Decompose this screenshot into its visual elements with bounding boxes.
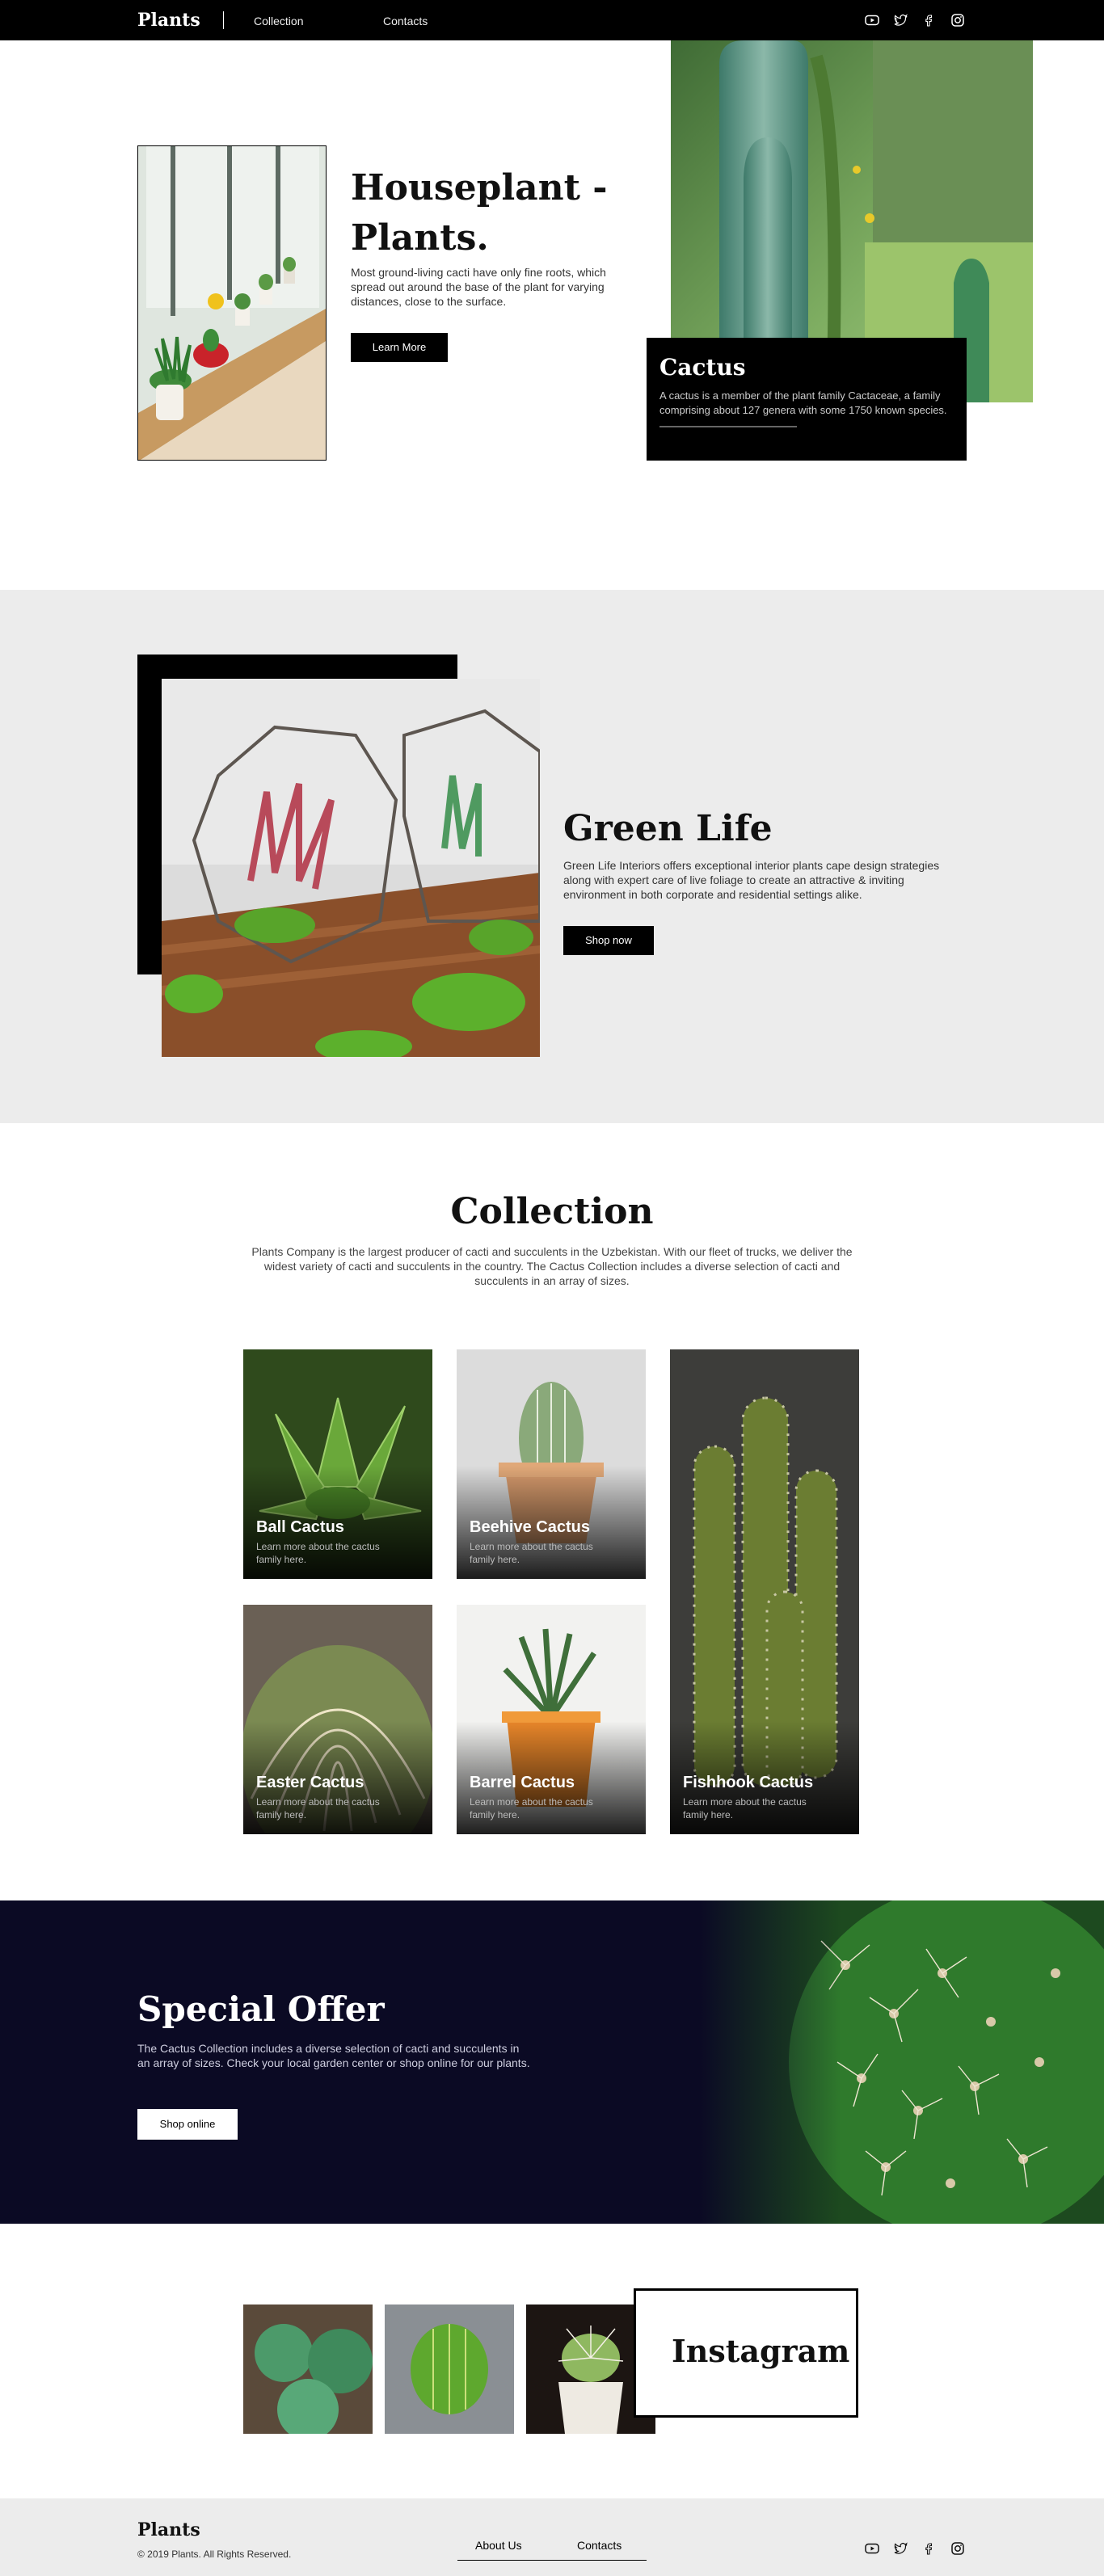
card-subtitle: Learn more about the cactus family here.: [256, 1541, 380, 1565]
card-subtitle: Learn more about the cactus family here.: [470, 1796, 593, 1820]
spiky-cactus-image: [700, 1900, 1104, 2224]
footer-link-contacts[interactable]: Contacts: [577, 2539, 622, 2552]
card-title: Ball Cactus: [256, 1518, 344, 1536]
cactus-info-card: Cactus A cactus is a member of the plant…: [647, 338, 967, 461]
collection-card-barrel-cactus[interactable]: Barrel Cactus Learn more about the cactu…: [457, 1605, 646, 1834]
shop-now-button[interactable]: Shop now: [563, 926, 654, 955]
special-offer-title: Special Offer: [137, 1989, 385, 2029]
facebook-icon[interactable]: [921, 14, 936, 27]
card-subtitle: Learn more about the cactus family here.: [256, 1796, 380, 1820]
hero-title: Houseplant - Plants.: [351, 167, 608, 259]
collection-card-beehive-cactus[interactable]: Beehive Cactus Learn more about the cact…: [457, 1349, 646, 1579]
hero-description: Most ground-living cacti have only fine …: [351, 266, 606, 308]
nav-link-contacts[interactable]: Contacts: [383, 15, 428, 27]
facebook-icon[interactable]: [921, 2542, 936, 2555]
collection-card-fishhook-cactus[interactable]: Fishhook Cactus Learn more about the cac…: [670, 1349, 859, 1834]
card-title: Fishhook Cactus: [683, 1774, 814, 1791]
site-logo[interactable]: Plants: [137, 10, 200, 31]
card-underline: [659, 426, 797, 427]
copyright-text: © 2019 Plants. All Rights Reserved.: [137, 2549, 292, 2560]
green-life-description: Green Life Interiors offers exceptional …: [563, 859, 940, 901]
windowsill-plants-image: [137, 145, 327, 461]
card-subtitle: Learn more about the cactus family here.: [470, 1541, 593, 1565]
youtube-icon[interactable]: [865, 14, 879, 27]
collection-card-easter-cactus[interactable]: Easter Cactus Learn more about the cactu…: [243, 1605, 432, 1834]
learn-more-button[interactable]: Learn More: [351, 333, 448, 362]
hero-section: Houseplant - Plants. Most ground-living …: [0, 40, 1104, 590]
nav-link-collection[interactable]: Collection: [254, 15, 303, 27]
footer-link-about-us[interactable]: About Us: [475, 2539, 522, 2552]
cactus-card-title: Cactus: [659, 354, 746, 381]
instagram-label-box[interactable]: Instagram: [634, 2288, 858, 2418]
instagram-section: Instagram: [0, 2224, 1104, 2498]
twitter-icon[interactable]: [894, 2542, 908, 2555]
footer: Plants © 2019 Plants. All Rights Reserve…: [0, 2498, 1104, 2576]
card-title: Easter Cactus: [256, 1774, 364, 1791]
collection-description: Plants Company is the largest producer o…: [251, 1245, 853, 1287]
instagram-photo-1[interactable]: [243, 2305, 373, 2434]
youtube-icon[interactable]: [865, 2542, 879, 2555]
terrarium-image: [162, 679, 540, 1057]
footer-nav-underline: [457, 2560, 647, 2561]
instagram-icon[interactable]: [950, 2542, 965, 2555]
top-nav-bar: Plants Collection Contacts: [0, 0, 1104, 40]
shop-online-button[interactable]: Shop online: [137, 2109, 238, 2140]
footer-logo[interactable]: Plants: [137, 2519, 200, 2540]
instagram-icon[interactable]: [950, 14, 965, 27]
instagram-photo-2[interactable]: [385, 2305, 514, 2434]
twitter-icon[interactable]: [894, 14, 908, 27]
card-title: Barrel Cactus: [470, 1774, 575, 1791]
card-title: Beehive Cactus: [470, 1518, 590, 1536]
special-offer-description: The Cactus Collection includes a diverse…: [137, 2042, 530, 2069]
green-life-section: Green Life Green Life Interiors offers e…: [0, 590, 1104, 1123]
collection-title: Collection: [450, 1191, 654, 1232]
special-offer-section: Special Offer The Cactus Collection incl…: [0, 1900, 1104, 2224]
collection-card-ball-cactus[interactable]: Ball Cactus Learn more about the cactus …: [243, 1349, 432, 1579]
logo-divider: [223, 11, 224, 29]
collection-section: Collection Plants Company is the largest…: [0, 1123, 1104, 1900]
green-life-title: Green Life: [563, 808, 773, 849]
cactus-card-text: A cactus is a member of the plant family…: [659, 389, 947, 416]
card-subtitle: Learn more about the cactus family here.: [683, 1796, 807, 1820]
instagram-title: Instagram: [672, 2333, 850, 2369]
